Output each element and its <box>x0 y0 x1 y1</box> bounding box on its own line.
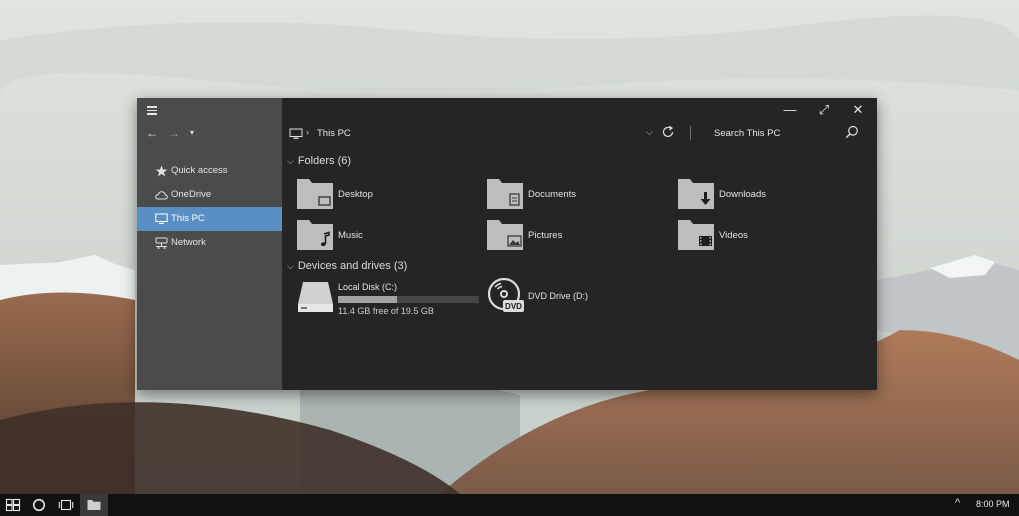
breadcrumb-separator[interactable]: › <box>306 127 309 137</box>
breadcrumb-this-pc[interactable]: This PC <box>317 128 351 139</box>
folder-label: Documents <box>528 189 577 200</box>
sidebar-item-label: Network <box>171 237 206 248</box>
folder-music[interactable]: Music <box>297 220 467 252</box>
folder-label: Pictures <box>528 230 563 241</box>
drive-usage-bar <box>338 296 479 303</box>
folder-videos[interactable]: Videos <box>678 220 848 252</box>
address-dropdown-icon[interactable]: ⌵ <box>646 127 653 138</box>
dvd-badge: DVD <box>505 302 522 311</box>
cloud-icon <box>155 191 168 200</box>
minimize-button[interactable]: — <box>778 102 802 118</box>
desktop-folder-icon <box>297 179 333 209</box>
folders-section-header[interactable]: ⌵ Folders (6) <box>287 155 351 167</box>
chevron-down-icon: ⌵ <box>287 261 294 271</box>
sidebar-item-label: Quick access <box>171 165 228 176</box>
folder-label: Videos <box>719 230 748 241</box>
close-button[interactable]: ✕ <box>846 102 870 118</box>
folder-documents[interactable]: Documents <box>487 179 657 211</box>
folder-label: Downloads <box>719 189 766 200</box>
folder-desktop[interactable]: Desktop <box>297 179 467 211</box>
drives-header-label: Devices and drives (3) <box>297 260 408 272</box>
monitor-icon[interactable] <box>289 128 303 140</box>
drive-name: Local Disk (C:) <box>338 282 398 292</box>
forward-button[interactable]: → <box>167 126 181 140</box>
cortana-circle-icon[interactable] <box>31 497 47 513</box>
drives-section-header[interactable]: ⌵ Devices and drives (3) <box>287 260 407 272</box>
dvd-drive-icon: DVD <box>487 278 524 312</box>
taskbar-clock[interactable]: 8:00 PM <box>976 499 1010 509</box>
drive-free-space: 11.4 GB free of 19.5 GB <box>338 306 434 316</box>
star-icon <box>155 165 168 177</box>
content-pane: — ⤢ ✕ › This PC ⌵ Search This PC ⌵ Folder… <box>282 98 877 390</box>
folder-label: Music <box>338 230 363 241</box>
start-button-icon[interactable] <box>5 497 21 513</box>
sidebar-item-label: OneDrive <box>171 189 212 200</box>
refresh-icon[interactable] <box>661 125 675 139</box>
file-explorer-window: ← → ▾ Quick access OneDrive This PC Netw… <box>137 98 877 390</box>
sidebar-item-this-pc[interactable]: This PC <box>137 207 282 231</box>
folder-downloads[interactable]: Downloads <box>678 179 848 211</box>
show-hidden-icons-chevron[interactable]: ^ <box>955 497 960 509</box>
drive-local-disk-c[interactable]: Local Disk (C:) 11.4 GB free of 19.5 GB <box>297 280 487 316</box>
chevron-down-icon: ⌵ <box>287 156 294 166</box>
sidebar-item-quick-access[interactable]: Quick access <box>137 159 282 183</box>
recent-locations-button[interactable]: ▾ <box>185 126 199 140</box>
drive-usage-fill <box>338 296 397 303</box>
search-input[interactable]: Search This PC <box>714 128 780 139</box>
videos-folder-icon <box>678 220 714 250</box>
taskbar: ^ 8:00 PM <box>0 494 1019 516</box>
folder-pictures[interactable]: Pictures <box>487 220 657 252</box>
drive-name: DVD Drive (D:) <box>528 291 588 301</box>
address-divider <box>690 126 691 140</box>
nav-list: Quick access OneDrive This PC Network <box>137 159 282 255</box>
drive-dvd-d[interactable]: DVD DVD Drive (D:) <box>487 278 657 314</box>
monitor-icon <box>155 213 168 224</box>
back-button[interactable]: ← <box>145 126 159 140</box>
sidebar-item-label: This PC <box>171 213 205 224</box>
hard-drive-icon <box>298 282 333 312</box>
sidebar-item-network[interactable]: Network <box>137 231 282 255</box>
search-icon[interactable] <box>845 125 859 139</box>
maximize-button[interactable]: ⤢ <box>812 102 836 118</box>
folder-label: Desktop <box>338 189 373 200</box>
task-view-icon[interactable] <box>58 497 74 513</box>
hamburger-menu-icon[interactable] <box>147 104 161 116</box>
navigation-pane: ← → ▾ Quick access OneDrive This PC Netw… <box>137 98 282 390</box>
address-bar: › This PC ⌵ Search This PC <box>282 122 877 146</box>
folder-icon <box>87 500 101 510</box>
downloads-folder-icon <box>678 179 714 209</box>
folders-header-label: Folders (6) <box>297 155 352 167</box>
music-folder-icon <box>297 220 333 250</box>
sidebar-item-onedrive[interactable]: OneDrive <box>137 183 282 207</box>
network-icon <box>155 237 168 249</box>
pictures-folder-icon <box>487 220 523 250</box>
documents-folder-icon <box>487 179 523 209</box>
